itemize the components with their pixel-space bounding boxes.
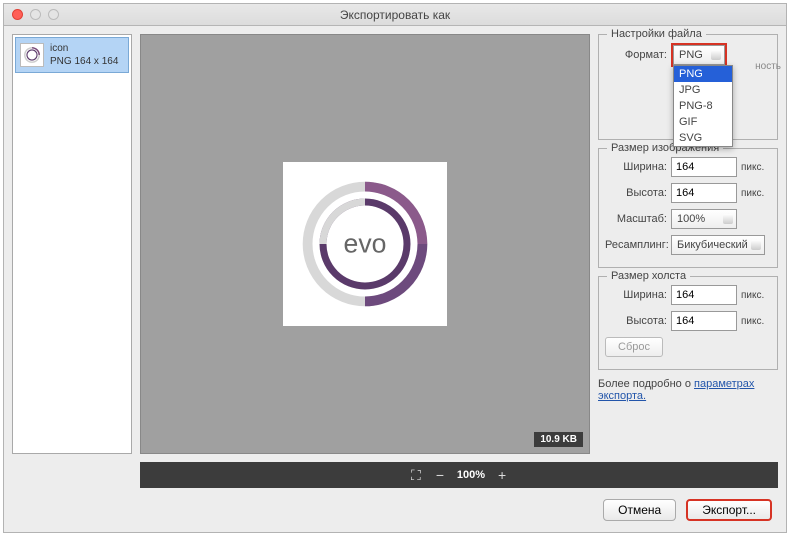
export-button[interactable]: Экспорт... xyxy=(686,499,772,521)
format-option-jpg[interactable]: JPG xyxy=(674,82,732,98)
asset-list-item[interactable]: icon PNG 164 x 164 xyxy=(15,37,129,73)
svg-text:evo: evo xyxy=(344,228,387,258)
preview-area: evo 10.9 KB xyxy=(140,34,590,454)
image-size-group: Размер изображения Ширина: пикс. Высота:… xyxy=(598,148,778,268)
format-dropdown: PNG JPG PNG-8 GIF SVG xyxy=(673,65,733,147)
reset-button[interactable]: Сброс xyxy=(605,337,663,357)
settings-panel: Настройки файла Формат: PNG ▲▼ PNG JPG xyxy=(598,34,778,454)
dialog-footer: Отмена Экспорт... xyxy=(4,488,786,532)
canvas-height-input[interactable] xyxy=(671,311,737,331)
export-dialog: Экспортировать как icon PNG 164 x 1 xyxy=(3,3,787,533)
close-window-icon[interactable] xyxy=(12,9,23,20)
format-select[interactable]: PNG ▲▼ xyxy=(673,45,725,65)
scale-select[interactable]: 100%▲▼ xyxy=(671,209,737,229)
minimize-window-icon[interactable] xyxy=(30,9,41,20)
zoom-value: 100% xyxy=(457,469,485,481)
zoom-toolbar: ⛶ − 100% + xyxy=(140,462,778,488)
resample-select[interactable]: Бикубический▲▼ xyxy=(671,235,765,255)
asset-label: icon PNG 164 x 164 xyxy=(50,42,118,68)
window-title: Экспортировать как xyxy=(340,8,450,22)
canvas-size-group: Размер холста Ширина: пикс. Высота: пикс… xyxy=(598,276,778,370)
cancel-button[interactable]: Отмена xyxy=(603,499,676,521)
asset-thumbnail xyxy=(20,43,44,67)
window-controls xyxy=(12,9,59,20)
format-option-svg[interactable]: SVG xyxy=(674,130,732,146)
titlebar: Экспортировать как xyxy=(4,4,786,26)
format-option-png[interactable]: PNG xyxy=(674,66,732,82)
image-height-input[interactable] xyxy=(671,183,737,203)
zoom-out-icon[interactable]: − xyxy=(433,468,447,482)
preview-canvas: evo xyxy=(283,162,447,326)
fit-screen-icon[interactable]: ⛶ xyxy=(409,468,423,482)
format-label: Формат: xyxy=(605,49,667,61)
asset-list: icon PNG 164 x 164 xyxy=(12,34,132,454)
image-width-input[interactable] xyxy=(671,157,737,177)
canvas-width-input[interactable] xyxy=(671,285,737,305)
format-option-gif[interactable]: GIF xyxy=(674,114,732,130)
more-info: Более подробно о параметрах экспорта. xyxy=(598,378,778,402)
file-settings-group: Настройки файла Формат: PNG ▲▼ PNG JPG xyxy=(598,34,778,140)
zoom-window-icon[interactable] xyxy=(48,9,59,20)
filesize-badge: 10.9 KB xyxy=(534,432,583,447)
format-option-png8[interactable]: PNG-8 xyxy=(674,98,732,114)
zoom-in-icon[interactable]: + xyxy=(495,468,509,482)
obscured-label: ность xyxy=(755,61,781,72)
